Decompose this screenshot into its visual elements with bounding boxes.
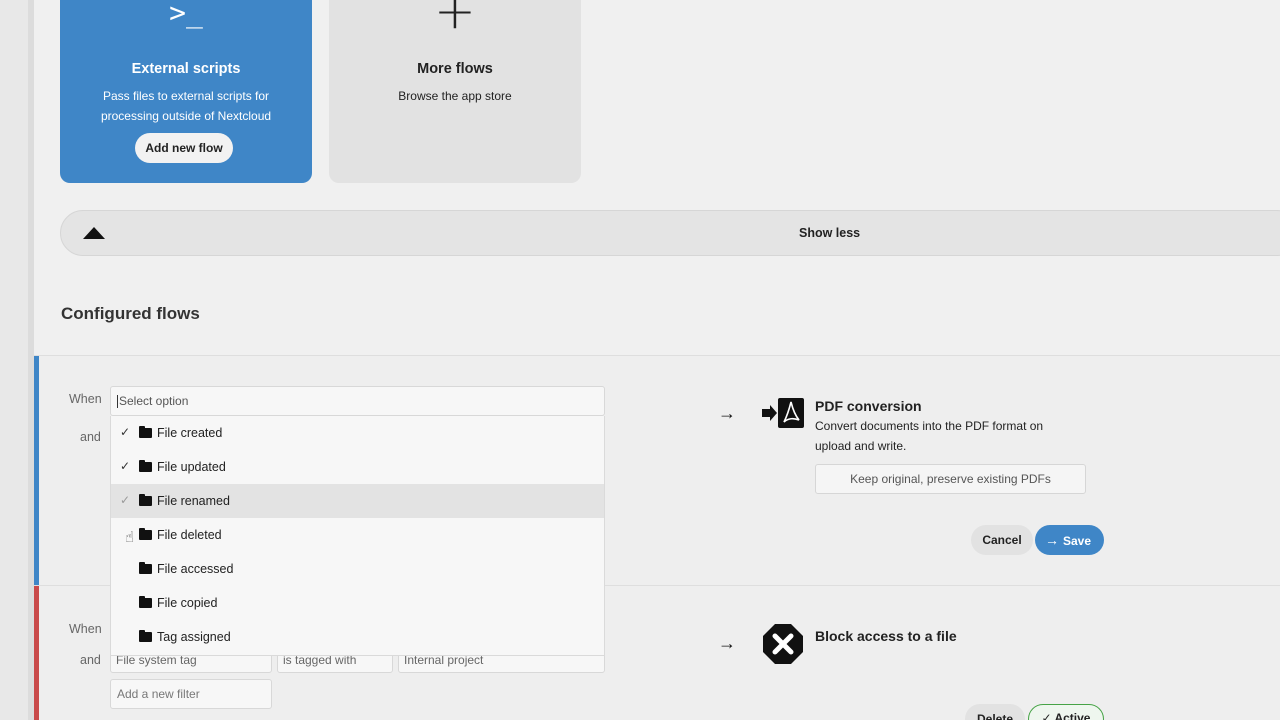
pdf-icon	[762, 398, 804, 428]
operation-description: Convert documents into the PDF format on…	[815, 419, 1044, 453]
event-select-input[interactable]: Select option	[110, 386, 605, 416]
select-placeholder: Select option	[119, 394, 189, 408]
dropdown-option[interactable]: ✓ File renamed	[111, 484, 604, 518]
dropdown-option[interactable]: Tag assigned	[111, 620, 604, 654]
add-filter-input[interactable]: Add a new filter	[110, 679, 272, 709]
dropdown-option[interactable]: ✓ File updated	[111, 450, 604, 484]
active-button[interactable]: ✓ Active	[1028, 704, 1104, 720]
arrow-right-icon: →	[1045, 532, 1059, 548]
option-label: File created	[157, 426, 223, 440]
dropdown-option[interactable]: File deleted	[111, 518, 604, 552]
add-new-flow-button[interactable]: Add new flow	[135, 133, 233, 163]
card-title: More flows	[417, 61, 493, 77]
folder-icon	[139, 460, 152, 472]
card-description: Browse the app store	[398, 89, 512, 103]
plus-icon: +	[434, 0, 476, 40]
dropdown-option[interactable]: ✓ File created	[111, 416, 604, 450]
dropdown-option[interactable]: File accessed	[111, 552, 604, 586]
card-description: Pass files to external scripts for proce…	[100, 89, 272, 123]
text-cursor	[117, 395, 118, 409]
check-icon: ✓	[120, 493, 131, 507]
arrow-right-icon: →	[718, 403, 736, 423]
folder-icon	[139, 494, 152, 506]
save-button[interactable]: → Save	[1035, 525, 1104, 555]
and-label: and	[80, 430, 101, 444]
and-label: and	[80, 653, 101, 667]
block-icon	[763, 624, 803, 664]
option-label: File accessed	[157, 562, 234, 576]
delete-button[interactable]: Delete	[965, 704, 1025, 720]
show-less-label: Show less	[799, 226, 861, 240]
folder-icon	[139, 528, 152, 540]
when-label: When	[69, 622, 102, 636]
save-label: Save	[1063, 534, 1092, 548]
more-flows-card[interactable]: + More flows Browse the app store	[329, 0, 581, 183]
folder-icon	[139, 596, 152, 608]
operation-title: PDF conversion	[815, 398, 922, 414]
section-title: Configured flows	[61, 304, 200, 323]
check-icon: ✓	[120, 425, 131, 439]
folder-icon	[139, 562, 152, 574]
check-icon: ✓	[120, 459, 131, 473]
show-less-button[interactable]: Show less	[60, 210, 1280, 256]
external-scripts-card: >_ External scripts Pass files to extern…	[60, 0, 312, 183]
pointer-cursor-icon: ☝	[125, 529, 135, 546]
conversion-mode-select[interactable]: Keep original, preserve existing PDFs	[815, 464, 1086, 494]
flow-accent-bar	[34, 586, 39, 720]
operation-title: Block access to a file	[815, 628, 957, 644]
folder-icon	[139, 630, 152, 642]
option-label: File updated	[157, 460, 226, 474]
when-label: When	[69, 392, 102, 406]
option-label: File copied	[157, 596, 218, 610]
option-label: Tag assigned	[157, 630, 231, 644]
cancel-button[interactable]: Cancel	[971, 525, 1033, 555]
arrow-right-icon: →	[718, 633, 736, 653]
card-title: External scripts	[131, 61, 241, 77]
event-dropdown: ✓ File created ✓ File updated ✓ File ren…	[110, 416, 605, 656]
dropdown-option[interactable]: File copied	[111, 586, 604, 620]
option-label: File renamed	[157, 494, 230, 508]
option-label: File deleted	[157, 528, 222, 542]
folder-icon	[139, 426, 152, 438]
triangle-up-icon	[83, 227, 105, 239]
flow-accent-bar	[34, 356, 39, 585]
terminal-icon: >_	[169, 0, 203, 29]
active-label: Active	[1054, 711, 1091, 720]
